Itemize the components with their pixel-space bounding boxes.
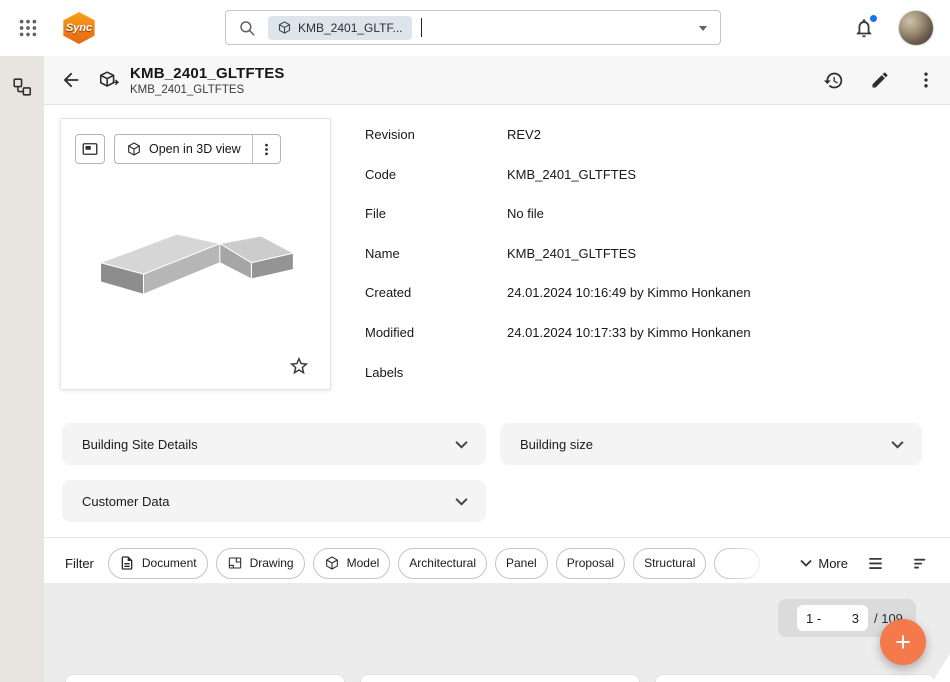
list-view-icon	[866, 554, 885, 573]
preview-more-button[interactable]	[253, 135, 280, 163]
more-vert-icon	[916, 70, 936, 90]
view-controls	[866, 554, 930, 573]
search-dropdown-caret-icon[interactable]	[699, 26, 707, 31]
detail-row: Code KMB_2401_GLTFTES	[365, 158, 751, 198]
topbar-actions	[853, 0, 934, 56]
detail-row: Labels	[365, 356, 751, 396]
filter-label: Filter	[65, 556, 94, 571]
model-3d-thumbnail[interactable]	[61, 215, 330, 320]
pip-button[interactable]	[75, 134, 105, 164]
details-list: Revision REV2 Code KMB_2401_GLTFTES File…	[365, 118, 751, 395]
text-cursor	[421, 18, 422, 37]
result-card[interactable]	[65, 674, 345, 682]
model-document-icon	[98, 69, 120, 91]
content-area: Open in 3D view	[44, 105, 950, 583]
list-view-button[interactable]	[866, 554, 885, 573]
page-range-input[interactable]: 1 - 3	[797, 605, 868, 631]
preview-toolbar: Open in 3D view	[61, 119, 330, 164]
filter-chip-drawing[interactable]: Drawing	[216, 548, 305, 579]
filter-chip-panel[interactable]: Panel	[495, 548, 548, 579]
search-chip[interactable]: KMB_2401_GLTF...	[268, 16, 412, 40]
model-preview-card: Open in 3D view	[60, 118, 331, 390]
plus-icon: +	[895, 629, 911, 656]
open-3d-split-button: Open in 3D view	[114, 134, 281, 164]
section-building-size[interactable]: Building size	[500, 423, 922, 465]
result-card[interactable]	[655, 674, 935, 682]
page-header: KMB_2401_GLTFTES KMB_2401_GLTFTES	[44, 56, 950, 105]
add-button[interactable]: +	[880, 619, 926, 665]
filter-chip-document[interactable]: Document	[108, 548, 208, 579]
user-avatar[interactable]	[898, 10, 934, 46]
filter-chip-proposal[interactable]: Proposal	[556, 548, 625, 579]
filter-more-button[interactable]: More	[800, 556, 848, 571]
filter-chip-truncated[interactable]	[714, 548, 760, 579]
search-chip-label: KMB_2401_GLTF...	[298, 21, 403, 35]
picture-in-picture-icon	[81, 140, 99, 158]
model-cube-icon	[324, 555, 340, 571]
model-tree-icon	[11, 76, 33, 98]
page-subtitle: KMB_2401_GLTFTES	[130, 84, 285, 96]
main-panel: KMB_2401_GLTFTES KMB_2401_GLTFTES	[44, 56, 950, 682]
sort-button[interactable]	[911, 554, 930, 573]
result-card[interactable]	[360, 674, 640, 682]
notifications-bell-icon[interactable]	[853, 17, 876, 40]
notification-dot	[869, 14, 878, 23]
topbar: Sync KMB_2401_GLTF...	[0, 0, 950, 56]
app-window: Sync KMB_2401_GLTF...	[0, 0, 950, 682]
detail-row: File No file	[365, 197, 751, 237]
filter-chip-architectural[interactable]: Architectural	[398, 548, 487, 579]
open-3d-view-button[interactable]: Open in 3D view	[115, 135, 252, 163]
drawing-icon	[227, 555, 243, 571]
search-icon	[238, 19, 256, 37]
page-title: KMB_2401_GLTFTES	[130, 65, 285, 82]
detail-row: Revision REV2	[365, 118, 751, 158]
results-area: 1 - 3 / 109 +	[44, 583, 950, 682]
accordion-sections: Building Site Details Building size Cust…	[62, 423, 950, 522]
left-sidebar	[0, 56, 44, 682]
history-button[interactable]	[823, 70, 844, 91]
apps-grid-icon[interactable]	[16, 16, 40, 40]
model-icon	[277, 20, 292, 35]
detail-row: Name KMB_2401_GLTFTES	[365, 237, 751, 277]
sync-app-logo[interactable]: Sync	[62, 12, 96, 44]
title-block: KMB_2401_GLTFTES KMB_2401_GLTFTES	[130, 65, 285, 96]
chevron-down-icon	[455, 440, 468, 449]
chevron-down-icon	[800, 559, 812, 567]
back-button[interactable]	[60, 69, 82, 91]
detail-row: Created 24.01.2024 10:16:49 by Kimmo Hon…	[365, 276, 751, 316]
star-outline-icon	[288, 355, 310, 377]
open-3d-view-label: Open in 3D view	[149, 142, 241, 156]
chevron-down-icon	[455, 497, 468, 506]
filter-chip-model[interactable]: Model	[313, 548, 391, 579]
edit-button[interactable]	[870, 70, 890, 90]
header-actions	[823, 70, 936, 91]
favorite-star-button[interactable]	[288, 355, 310, 377]
more-options-button[interactable]	[916, 70, 936, 90]
filter-chip-structural[interactable]: Structural	[633, 548, 706, 579]
filter-bar: Filter Document Drawing	[44, 538, 950, 588]
sidebar-item-model-tree[interactable]	[9, 74, 35, 100]
more-vert-icon	[259, 142, 274, 157]
document-icon	[119, 555, 135, 571]
3d-cube-icon	[126, 141, 142, 157]
detail-row: Modified 24.01.2024 10:17:33 by Kimmo Ho…	[365, 316, 751, 356]
pencil-icon	[870, 70, 890, 90]
arrow-back-icon	[60, 69, 82, 91]
filter-chips: Document Drawing Model	[108, 546, 796, 580]
history-icon	[823, 70, 844, 91]
corner-decoration	[932, 654, 950, 682]
sort-icon	[911, 554, 930, 573]
section-building-site-details[interactable]: Building Site Details	[62, 423, 486, 465]
chevron-down-icon	[891, 440, 904, 449]
sync-logo-label: Sync	[66, 22, 92, 34]
search-box[interactable]: KMB_2401_GLTF...	[225, 10, 721, 45]
section-customer-data[interactable]: Customer Data	[62, 480, 486, 522]
